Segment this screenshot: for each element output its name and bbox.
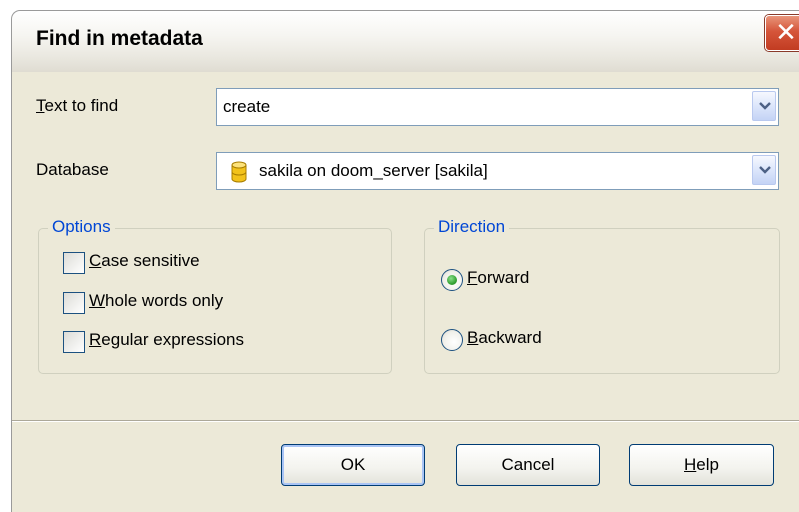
cancel-button[interactable]: Cancel	[456, 444, 600, 486]
backward-label[interactable]: Backward	[467, 328, 542, 348]
title-bar[interactable]: Find in metadata	[11, 10, 799, 72]
database-combobox[interactable]: sakila on doom_server [sakila]	[216, 152, 779, 190]
direction-group-title: Direction	[434, 217, 510, 237]
chevron-down-icon	[759, 166, 771, 174]
button-separator	[12, 420, 799, 422]
regular-expressions-checkbox[interactable]	[63, 331, 85, 353]
regular-expressions-label[interactable]: Regular expressions	[89, 330, 244, 350]
close-icon: ✕	[775, 18, 797, 48]
database-dropdown-button[interactable]	[752, 155, 776, 185]
options-groupbox: Options Case sensitive Whole words only …	[38, 217, 392, 374]
forward-radio[interactable]	[441, 269, 463, 291]
text-to-find-label: Text to find	[36, 96, 119, 115]
text-to-find-combobox[interactable]: create	[216, 88, 779, 126]
database-value: sakila on doom_server [sakila]	[259, 161, 488, 180]
ok-button[interactable]: OK	[281, 444, 425, 486]
backward-radio[interactable]	[441, 329, 463, 351]
find-in-metadata-dialog: Find in metadata ✕ Text to find create D…	[0, 0, 799, 512]
database-icon	[231, 161, 247, 183]
chevron-down-icon	[759, 102, 771, 110]
options-group-title: Options	[48, 217, 115, 237]
case-sensitive-checkbox[interactable]	[63, 252, 85, 274]
forward-label[interactable]: Forward	[467, 268, 529, 288]
whole-words-checkbox[interactable]	[63, 292, 85, 314]
text-to-find-dropdown-button[interactable]	[752, 91, 776, 121]
radio-selected-dot	[447, 275, 457, 285]
case-sensitive-label[interactable]: Case sensitive	[89, 251, 200, 271]
dialog-title: Find in metadata	[36, 27, 203, 50]
dialog-body: Text to find create Database sakila on d…	[11, 72, 799, 512]
close-button[interactable]: ✕	[765, 15, 799, 51]
database-label: Database	[36, 160, 109, 179]
help-button[interactable]: Help	[629, 444, 774, 486]
text-to-find-value[interactable]: create	[223, 89, 270, 125]
direction-groupbox: Direction Forward Backward	[424, 217, 780, 374]
whole-words-label[interactable]: Whole words only	[89, 291, 223, 311]
